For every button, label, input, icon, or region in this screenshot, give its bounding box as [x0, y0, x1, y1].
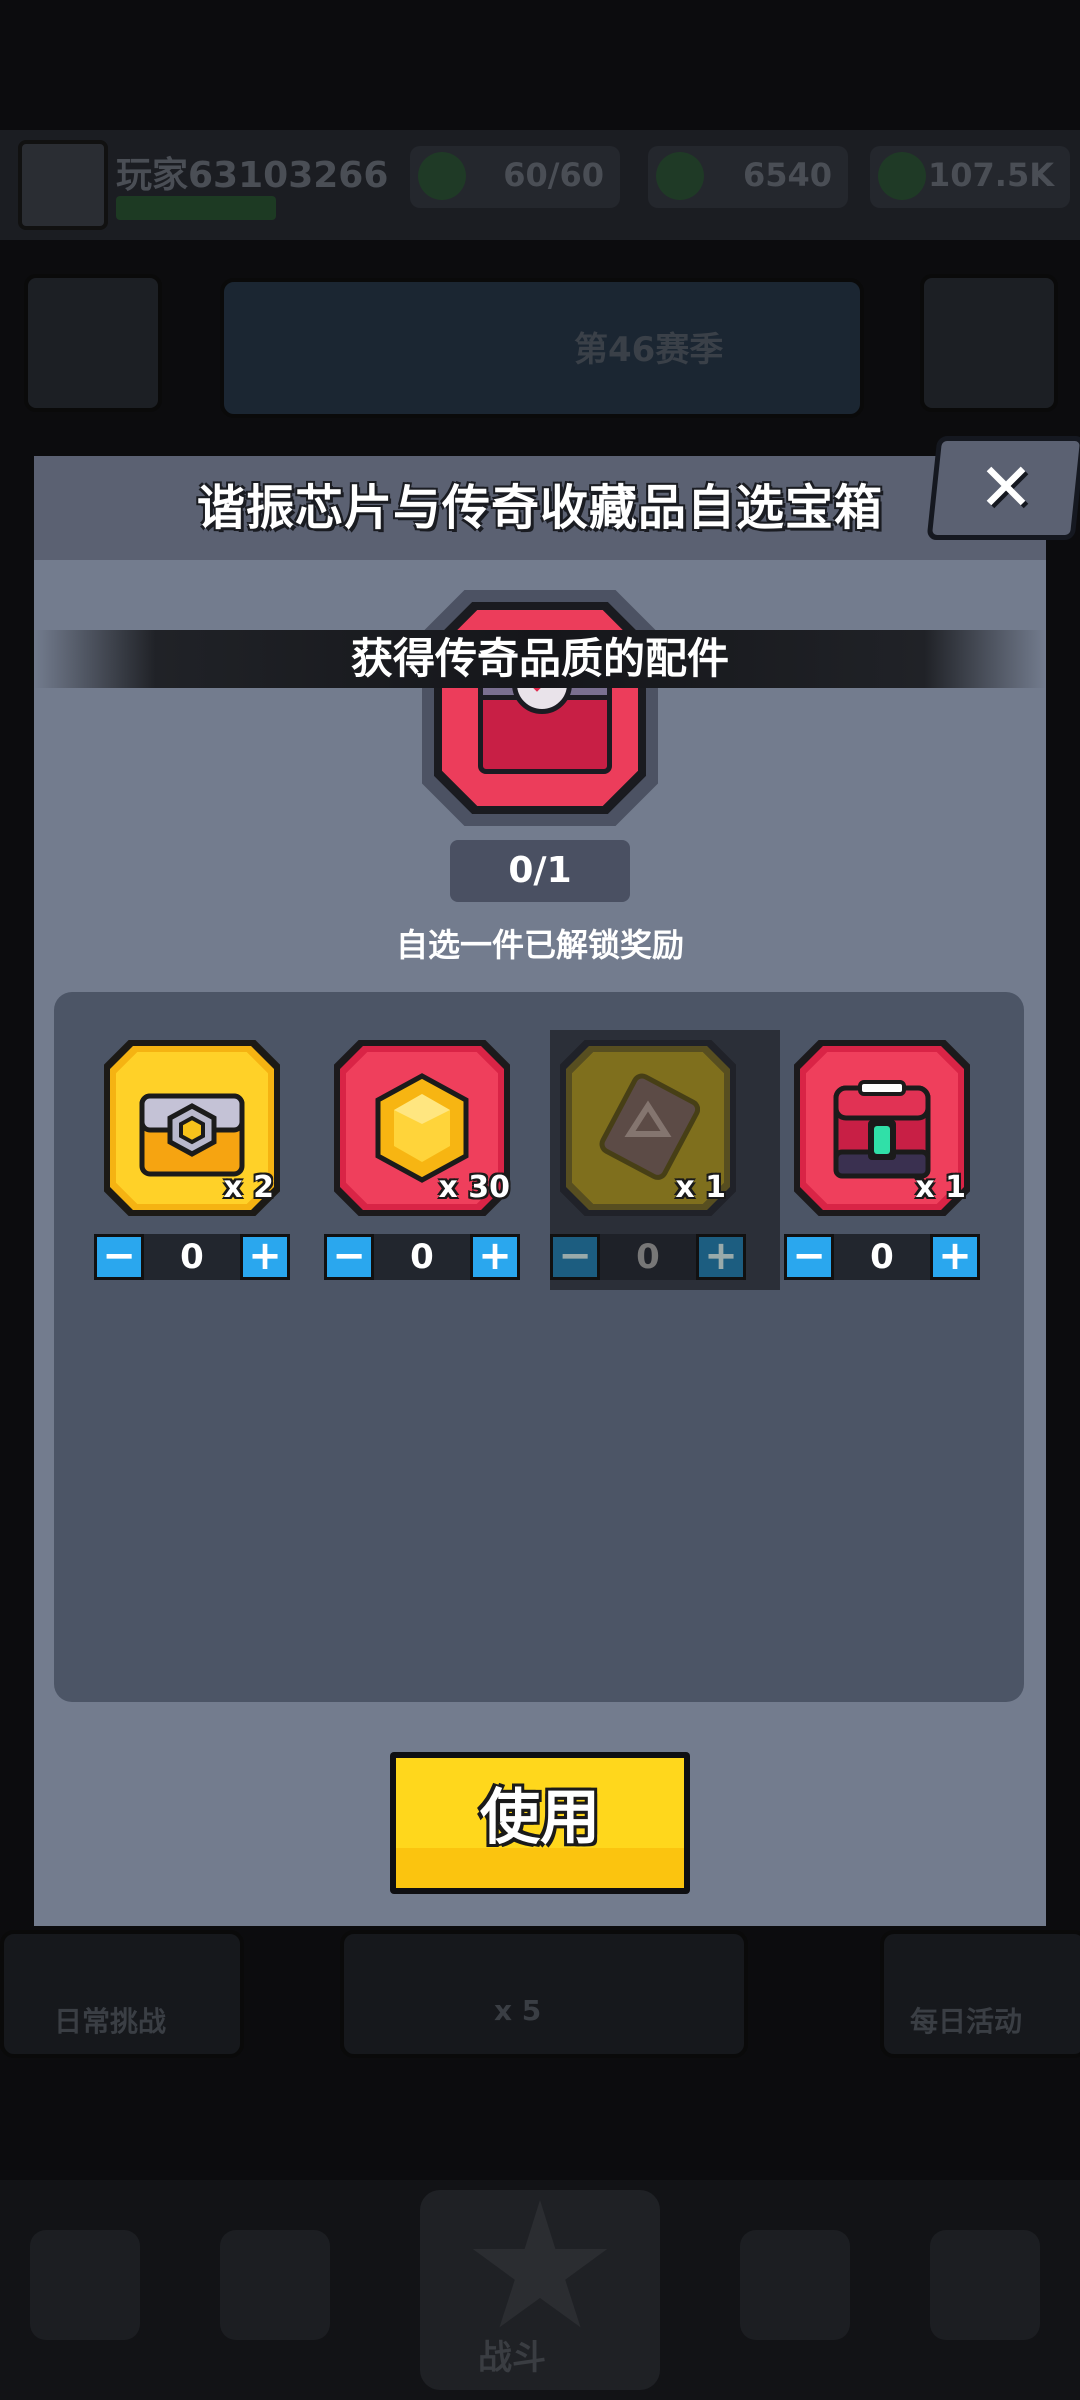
player-name: 玩家63103266	[116, 155, 389, 196]
use-button-label: 使用	[480, 1783, 600, 1853]
gem-icon	[375, 1073, 469, 1183]
cash-icon	[656, 152, 704, 200]
daily-event-card: 每日活动	[880, 1930, 1080, 2058]
quantity-stepper: − 0 +	[324, 1234, 520, 1282]
increase-button: +	[696, 1234, 746, 1280]
close-button[interactable]: ✕	[926, 436, 1080, 540]
reward-item-resonance-chip: x 1 − 0 +	[550, 1030, 780, 1290]
nav-club	[740, 2230, 850, 2340]
dialog-title: 谐振芯片与传奇收藏品自选宝箱	[196, 480, 883, 536]
nav-heroes	[220, 2230, 330, 2340]
quantity-stepper: − 0 +	[550, 1234, 746, 1282]
daily-challenge-card: 日常挑战	[0, 1930, 244, 2058]
item-count: 0	[834, 1234, 930, 1280]
gem-value: 107.5K	[927, 156, 1054, 194]
item-count: 0	[144, 1234, 240, 1280]
increase-button[interactable]: +	[930, 1234, 980, 1280]
item-quantity: x 30	[438, 1170, 510, 1205]
energy-pill: 60/60	[410, 146, 620, 208]
reward-item-red-chest[interactable]: x 1 − 0 +	[784, 1030, 1014, 1290]
decrease-button: −	[550, 1234, 600, 1280]
selection-hint: 自选一件已解锁奖励	[395, 926, 684, 964]
gem-icon	[878, 152, 926, 200]
decrease-button[interactable]: −	[94, 1234, 144, 1280]
nav-events	[930, 2230, 1040, 2340]
energy-icon	[418, 152, 466, 200]
center-reward-card: x 5	[340, 1930, 748, 2058]
use-button[interactable]: 使用	[390, 1752, 690, 1894]
increase-button[interactable]: +	[240, 1234, 290, 1280]
nav-battle-label: 战斗	[478, 2338, 546, 2378]
cash-value: 6540	[742, 156, 832, 194]
clan-button	[920, 274, 1058, 412]
gem-pill: 107.5K	[870, 146, 1070, 208]
dialog-header: 谐振芯片与传奇收藏品自选宝箱	[34, 456, 1046, 560]
menu-button	[24, 274, 162, 412]
season-label: 第46赛季	[574, 330, 724, 370]
close-icon: ✕	[978, 449, 1034, 526]
item-quantity: x 1	[675, 1170, 726, 1205]
cash-pill: 6540	[648, 146, 848, 208]
chip-icon	[599, 1073, 700, 1180]
item-quantity: x 1	[915, 1170, 966, 1205]
player-avatar	[18, 140, 108, 230]
decrease-button[interactable]: −	[324, 1234, 374, 1280]
reward-quality-text: 获得传奇品质的配件	[350, 634, 729, 683]
season-banner: 第46赛季	[220, 278, 864, 418]
item-count: 0	[600, 1234, 696, 1280]
item-quantity: x 2	[223, 1170, 274, 1205]
decrease-button[interactable]: −	[784, 1234, 834, 1280]
energy-value: 60/60	[503, 156, 604, 194]
selection-counter: 0/1	[450, 840, 630, 902]
reward-item-yellow-gem[interactable]: x 30 − 0 +	[324, 1030, 554, 1290]
quantity-stepper: − 0 +	[784, 1234, 980, 1282]
increase-button[interactable]: +	[470, 1234, 520, 1280]
nav-shop	[30, 2230, 140, 2340]
item-count: 0	[374, 1234, 470, 1280]
player-level-bar	[116, 196, 276, 220]
reward-item-gold-chest[interactable]: x 2 − 0 +	[94, 1030, 324, 1290]
quantity-stepper: − 0 +	[94, 1234, 290, 1282]
